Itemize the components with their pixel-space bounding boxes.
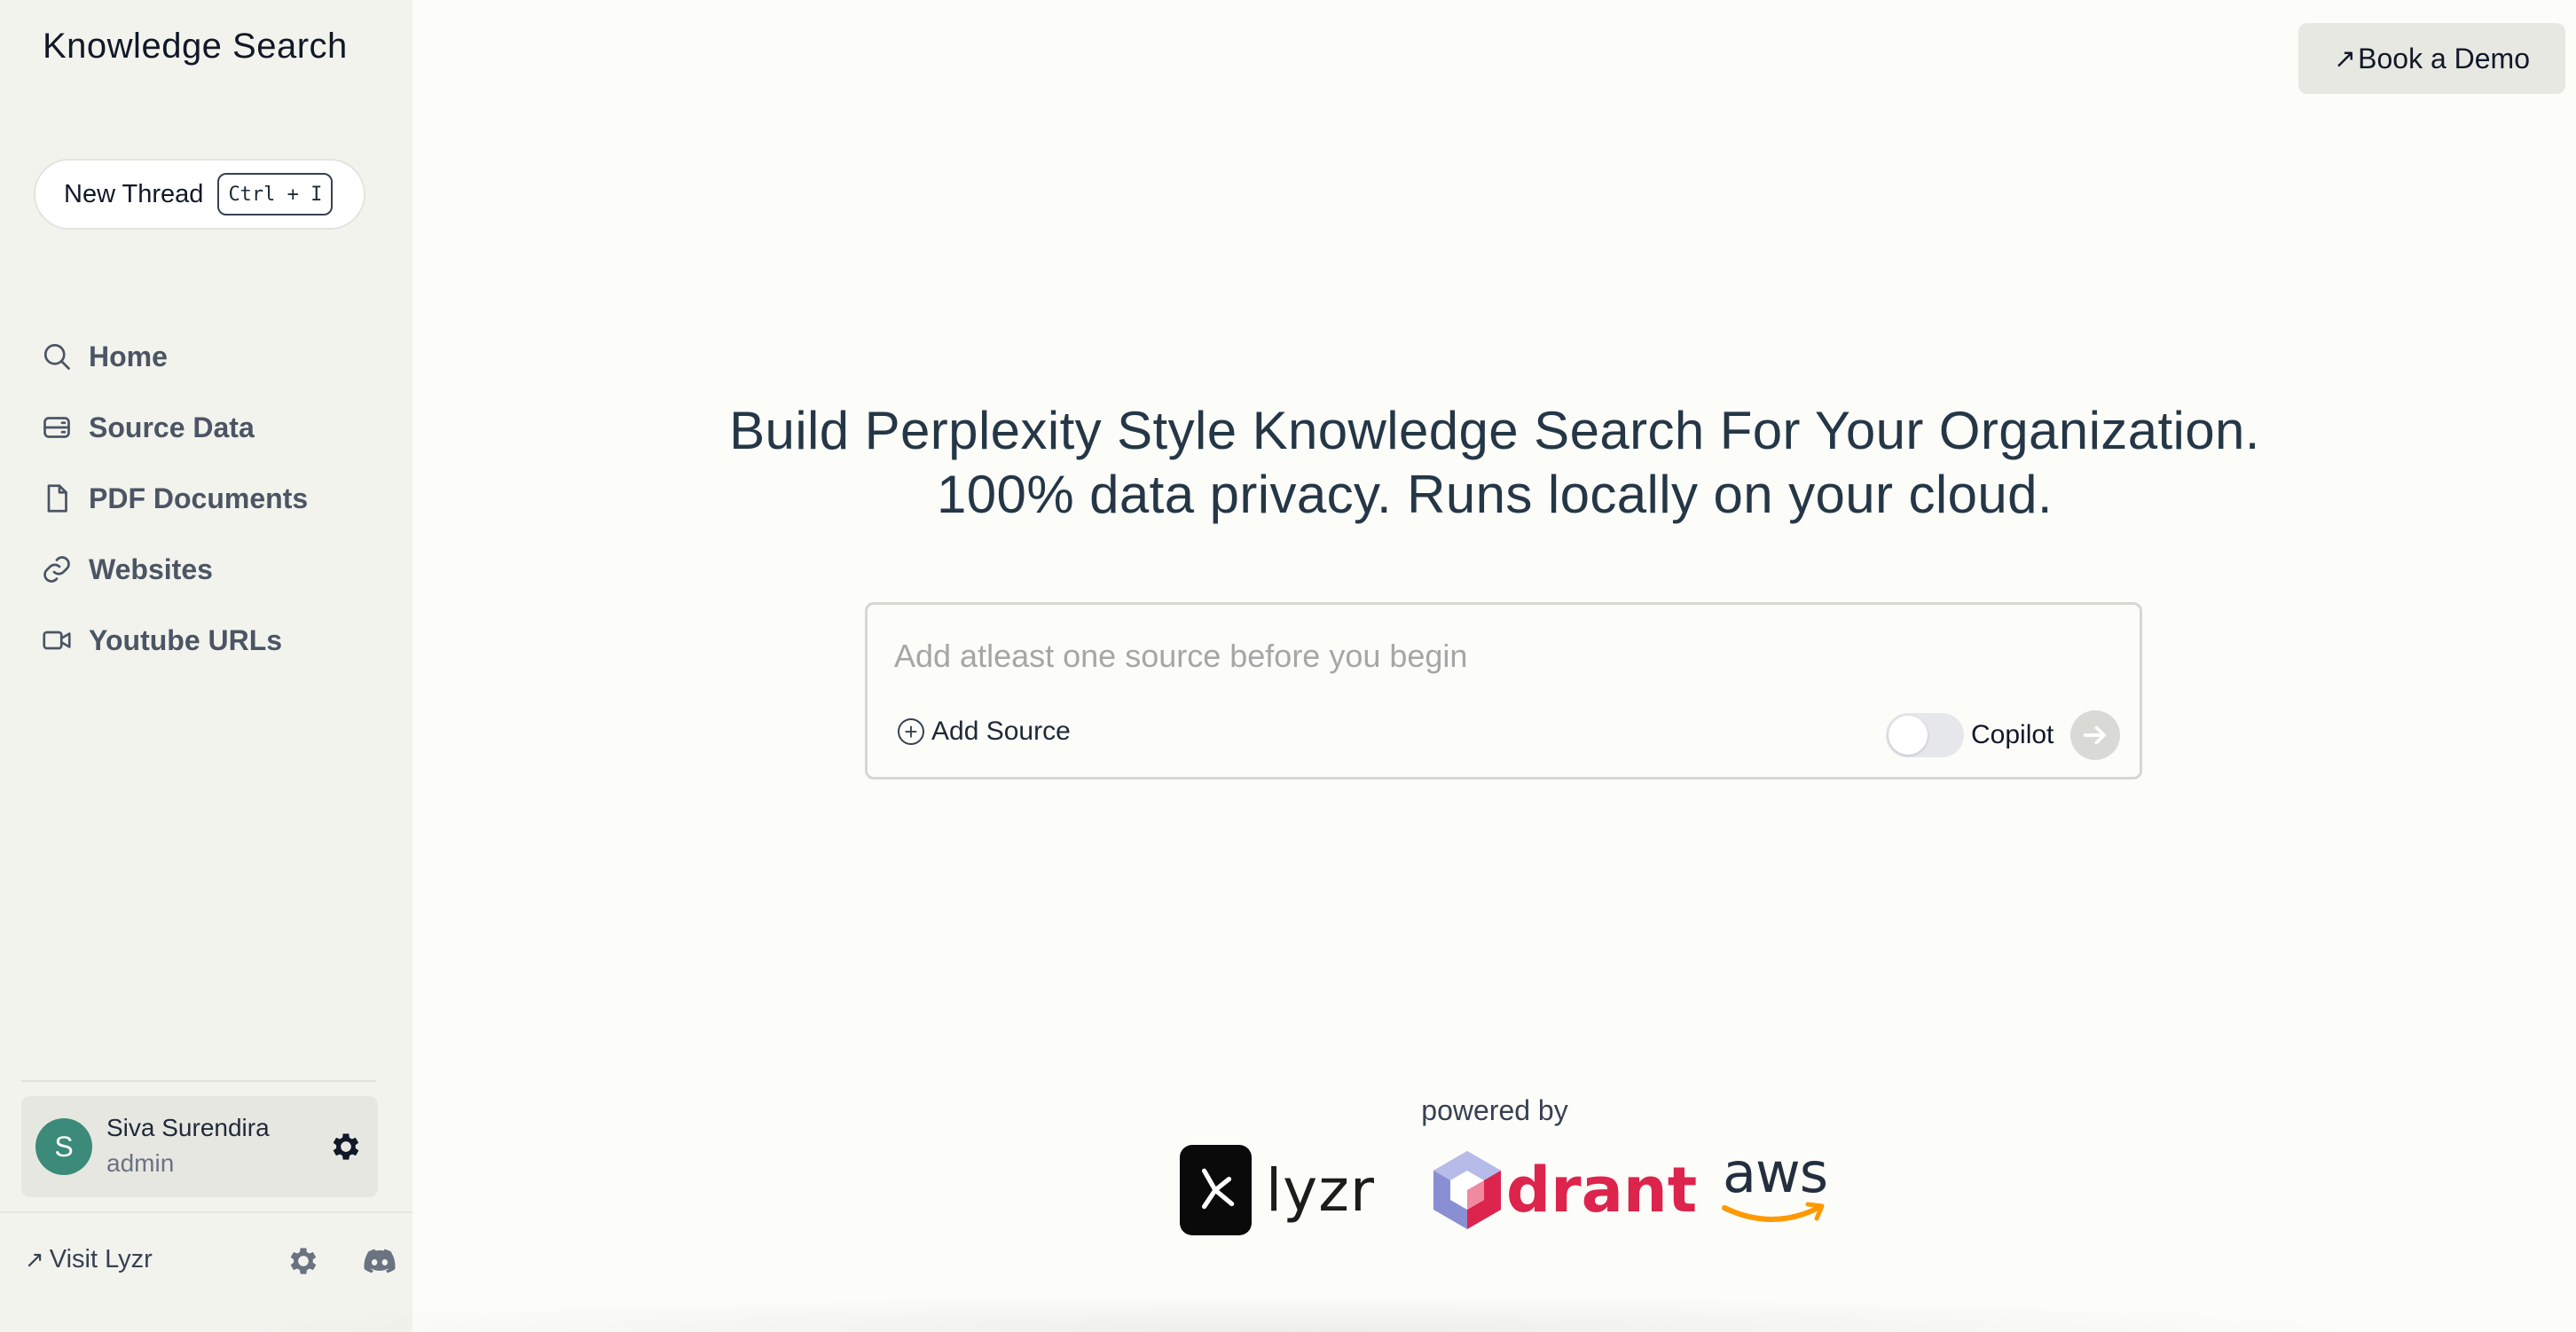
sidebar-item-source-data[interactable]: Source Data: [39, 392, 308, 463]
user-role: admin: [106, 1149, 175, 1177]
sidebar-item-label: Home: [89, 340, 168, 372]
discord-icon[interactable]: [362, 1243, 397, 1279]
qdrant-wordmark: drant: [1506, 1154, 1698, 1226]
app-title: Knowledge Search: [43, 27, 348, 66]
user-card: S Siva Surendira admin: [21, 1096, 378, 1197]
sidebar-item-youtube-urls[interactable]: Youtube URLs: [39, 605, 308, 676]
aws-logo: aws: [1719, 1140, 1829, 1227]
keyboard-shortcut: Ctrl + I: [217, 173, 334, 215]
document-icon: [39, 481, 75, 516]
settings-cog-icon[interactable]: [286, 1243, 321, 1279]
search-icon: [39, 339, 75, 374]
lyzr-wordmark: lyzr: [1265, 1156, 1375, 1225]
link-icon: [39, 552, 75, 587]
bottom-shadow: [213, 1295, 2395, 1332]
sidebar-nav: Home Source Data PDF Documents Websites …: [39, 321, 308, 676]
gear-icon[interactable]: [328, 1129, 364, 1164]
book-demo-label: Book a Demo: [2358, 42, 2530, 74]
external-link-icon: ↗: [25, 1246, 44, 1273]
visit-lyzr-link[interactable]: ↗ Visit Lyzr: [25, 1245, 153, 1274]
qdrant-logo: drant: [1430, 1148, 1697, 1233]
add-source-label: Add Source: [931, 717, 1071, 746]
hero-line-2: 100% data privacy. Runs locally on your …: [937, 465, 2053, 524]
sidebar-item-home[interactable]: Home: [39, 321, 308, 392]
copilot-toggle[interactable]: [1886, 713, 1964, 757]
hero-heading: Build Perplexity Style Knowledge Search …: [413, 399, 2576, 527]
arrow-right-icon: [2083, 725, 2106, 745]
lyzr-mark-icon: [1180, 1145, 1252, 1235]
sidebar-item-websites[interactable]: Websites: [39, 534, 308, 605]
visit-lyzr-label: Visit Lyzr: [49, 1245, 153, 1273]
aws-smile-icon: [1722, 1202, 1825, 1222]
divider: [0, 1211, 412, 1213]
search-input[interactable]: [894, 631, 2101, 681]
sidebar-item-label: Websites: [89, 552, 213, 585]
add-source-button[interactable]: + Add Source: [898, 717, 1071, 747]
search-box: + Add Source Copilot: [865, 602, 2142, 780]
external-link-icon: ↗: [2333, 43, 2357, 74]
avatar: S: [35, 1118, 92, 1175]
database-icon: [39, 410, 75, 445]
submit-button[interactable]: [2070, 710, 2120, 760]
sidebar: Knowledge Search New Thread Ctrl + I Hom…: [0, 0, 412, 1332]
user-name: Siva Surendira: [106, 1114, 270, 1141]
new-thread-label: New Thread: [64, 179, 204, 208]
new-thread-button[interactable]: New Thread Ctrl + I: [34, 159, 365, 230]
hero-line-1: Build Perplexity Style Knowledge Search …: [729, 401, 2260, 460]
qdrant-mark-icon: [1433, 1151, 1501, 1229]
divider: [21, 1080, 376, 1082]
toggle-knob: [1889, 716, 1928, 755]
video-icon: [39, 623, 75, 658]
sidebar-item-label: PDF Documents: [89, 482, 309, 514]
powered-by-label: powered by: [1421, 1094, 1568, 1126]
sidebar-item-pdf-documents[interactable]: PDF Documents: [39, 463, 308, 534]
book-demo-button[interactable]: ↗ Book a Demo: [2298, 23, 2565, 94]
sidebar-item-label: Source Data: [89, 411, 255, 443]
copilot-label: Copilot: [1971, 720, 2054, 749]
sidebar-item-label: Youtube URLs: [89, 623, 283, 656]
lyzr-logo: lyzr: [1180, 1144, 1375, 1236]
plus-circle-icon: +: [898, 718, 924, 745]
